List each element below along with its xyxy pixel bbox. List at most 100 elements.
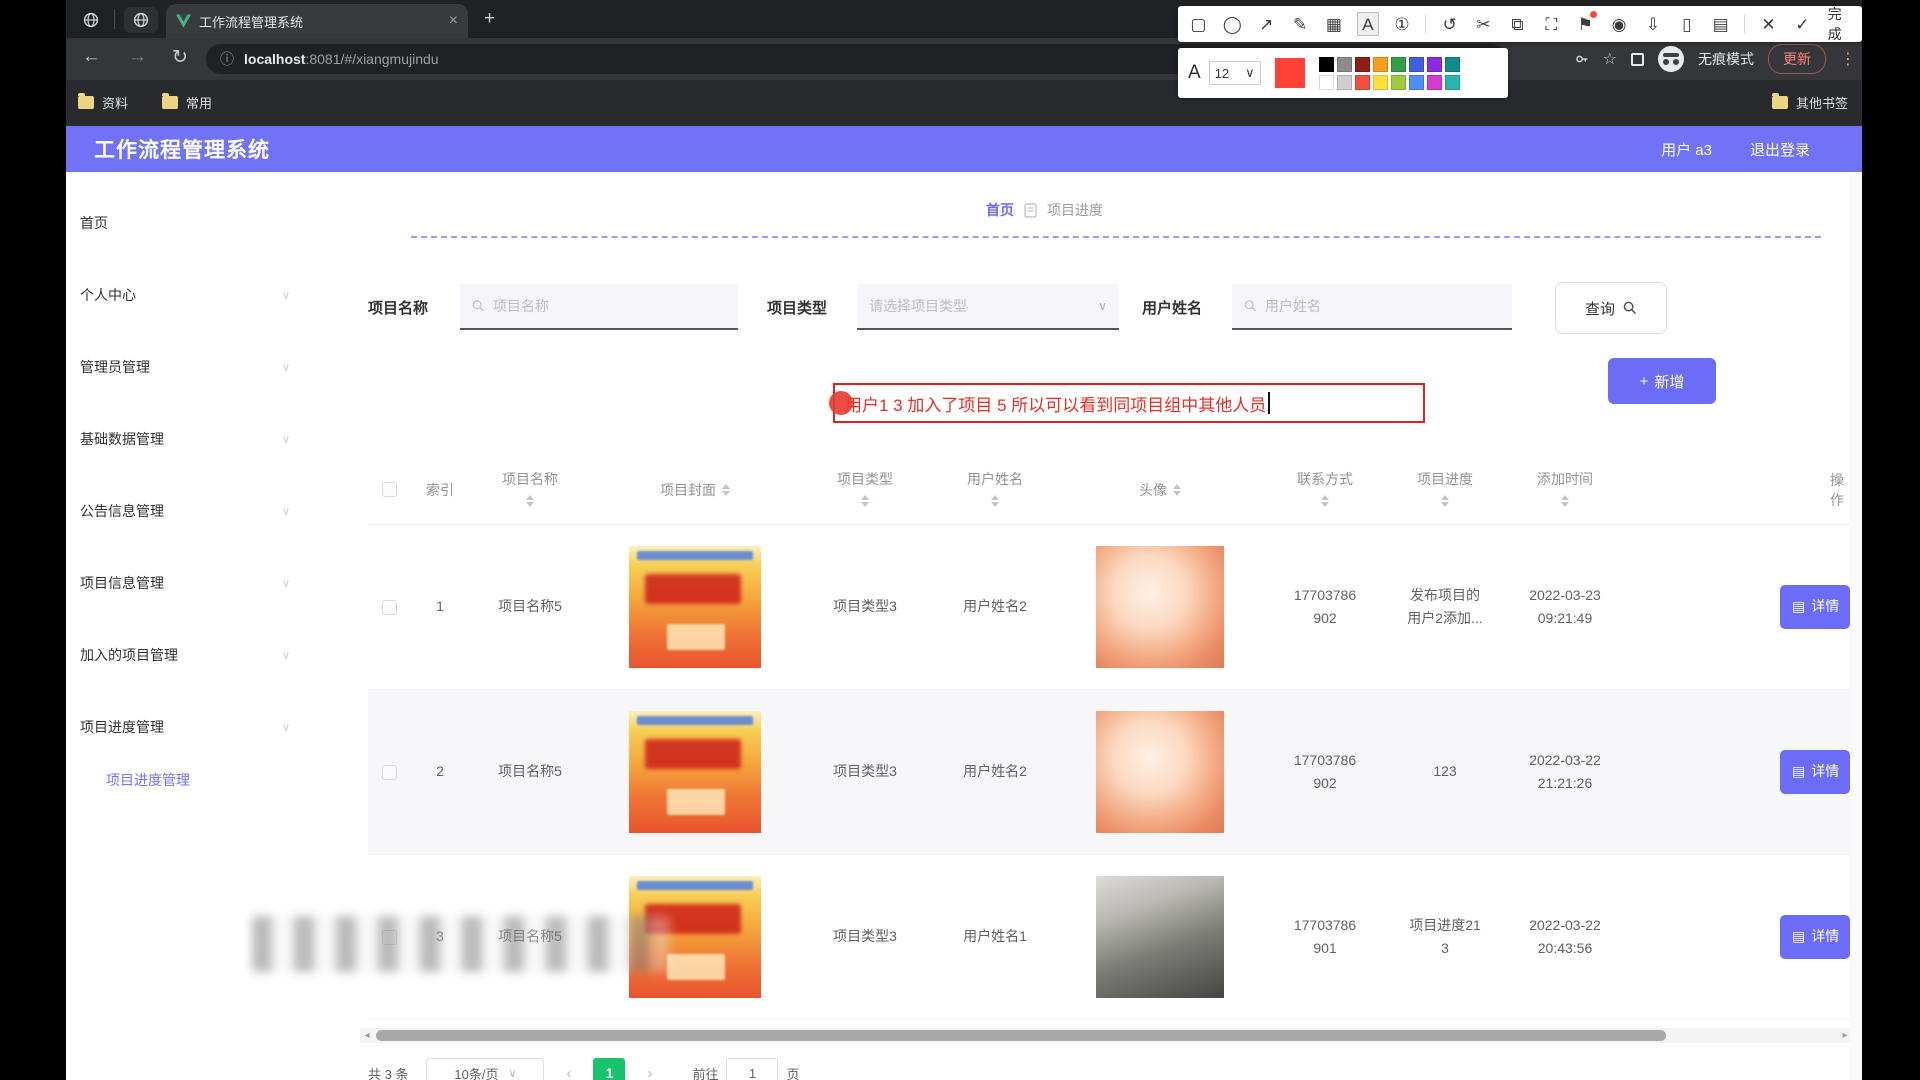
pinned-tab-1[interactable]	[74, 7, 108, 33]
page-size-select[interactable]: 10条/页 ∨	[426, 1058, 544, 1080]
prev-page-button[interactable]: ‹	[558, 1065, 579, 1080]
mosaic-tool-icon[interactable]: ▦	[1324, 12, 1345, 36]
current-user[interactable]: 用户 a3	[1661, 139, 1712, 160]
color-swatch[interactable]	[1427, 57, 1442, 72]
color-swatch[interactable]	[1355, 57, 1370, 72]
sort-icon[interactable]	[1561, 491, 1569, 511]
undo-icon[interactable]: ↺	[1439, 12, 1460, 36]
sidebar-item-home[interactable]: 首页	[80, 208, 300, 238]
copy-icon[interactable]: ⧉	[1507, 12, 1528, 36]
col-project-cover[interactable]: 项目封面	[590, 480, 800, 500]
sort-icon[interactable]	[526, 491, 534, 511]
user-name-input[interactable]	[1232, 284, 1512, 330]
text-tool-icon[interactable]: A	[1357, 12, 1378, 36]
new-tab-button[interactable]: +	[484, 8, 495, 30]
sidebar-item-base-data-management[interactable]: 基础数据管理∨	[80, 424, 300, 454]
sidebar-subitem-project-progress[interactable]: 项目进度管理	[106, 770, 296, 790]
add-button[interactable]: + 新增	[1608, 358, 1716, 404]
col-index[interactable]: 索引	[410, 480, 470, 500]
color-swatch[interactable]	[1391, 57, 1406, 72]
project-name-input[interactable]	[460, 284, 738, 330]
pinned-tab-2[interactable]	[124, 7, 158, 33]
cell-avatar[interactable]	[1060, 876, 1260, 998]
project-type-select[interactable]: 请选择项目类型 ∨	[857, 284, 1119, 330]
select-all-checkbox[interactable]	[368, 482, 410, 497]
annotation-handle[interactable]	[829, 391, 853, 415]
key-icon[interactable]	[1575, 52, 1589, 66]
site-info-icon[interactable]: ⓘ	[220, 49, 234, 69]
horizontal-scrollbar[interactable]: ◂ ▸	[360, 1028, 1852, 1043]
font-size-select[interactable]: 12 ∨	[1209, 61, 1261, 85]
download-icon[interactable]: ⇩	[1643, 12, 1664, 36]
extension-icon[interactable]	[1631, 53, 1644, 66]
done-button[interactable]: 完成	[1828, 4, 1852, 44]
col-progress[interactable]: 项目进度	[1390, 469, 1500, 511]
sort-icon[interactable]	[991, 491, 999, 511]
current-color-swatch[interactable]	[1275, 58, 1305, 88]
detail-button[interactable]: ▤ 详情	[1780, 750, 1850, 794]
detail-button[interactable]: ▤ 详情	[1780, 585, 1850, 629]
done-check-icon[interactable]: ✓	[1792, 12, 1813, 36]
cell-avatar[interactable]	[1060, 711, 1260, 833]
ocr-icon[interactable]: ⛶	[1541, 12, 1562, 36]
col-project-type[interactable]: 项目类型	[800, 469, 930, 511]
bookmark-folder-1[interactable]: 资料	[78, 93, 128, 112]
logout-button[interactable]: 退出登录	[1750, 139, 1810, 160]
forward-icon[interactable]: →	[128, 46, 147, 68]
current-page-button[interactable]: 1	[593, 1058, 625, 1080]
sort-icon[interactable]	[1321, 491, 1329, 511]
sidebar-item-project-info-management[interactable]: 项目信息管理∨	[80, 568, 300, 598]
next-page-button[interactable]: ›	[639, 1065, 660, 1080]
cell-project-cover[interactable]	[590, 546, 800, 668]
col-avatar[interactable]: 头像	[1060, 480, 1260, 500]
scrollbar-track[interactable]	[374, 1028, 1838, 1043]
chrome-menu-icon[interactable]: ⋮	[1840, 49, 1856, 69]
pin-icon[interactable]: ⚑	[1575, 12, 1596, 36]
color-swatch[interactable]	[1391, 75, 1406, 90]
pen-tool-icon[interactable]: ✎	[1290, 12, 1311, 36]
bookmark-folder-2[interactable]: 常用	[162, 93, 212, 112]
color-swatch[interactable]	[1337, 57, 1352, 72]
cancel-icon[interactable]: ✕	[1758, 12, 1779, 36]
breadcrumb-home[interactable]: 首页	[986, 200, 1014, 220]
color-swatch[interactable]	[1409, 75, 1424, 90]
sidebar-item-joined-project-management[interactable]: 加入的项目管理∨	[80, 640, 300, 670]
sort-icon[interactable]	[1441, 491, 1449, 511]
color-swatch[interactable]	[1319, 75, 1334, 90]
color-swatch[interactable]	[1319, 57, 1334, 72]
cell-project-cover[interactable]	[590, 711, 800, 833]
color-swatch[interactable]	[1373, 75, 1388, 90]
board-icon[interactable]: ▤	[1710, 12, 1731, 36]
scrollbar-thumb[interactable]	[376, 1030, 1666, 1041]
col-contact[interactable]: 联系方式	[1260, 469, 1390, 511]
cut-icon[interactable]: ✂	[1473, 12, 1494, 36]
color-swatch[interactable]	[1445, 75, 1460, 90]
active-tab[interactable]: 工作流程管理系统 ×	[166, 4, 468, 38]
sort-icon[interactable]	[722, 480, 730, 500]
goto-page-input[interactable]	[726, 1058, 778, 1080]
color-swatch[interactable]	[1409, 57, 1424, 72]
row-checkbox[interactable]	[368, 600, 410, 615]
record-icon[interactable]: ◉	[1609, 12, 1630, 36]
other-bookmarks[interactable]: 其他书签	[1772, 93, 1848, 112]
incognito-avatar-icon[interactable]	[1658, 46, 1684, 72]
sidebar-item-admin-management[interactable]: 管理员管理∨	[80, 352, 300, 382]
reload-icon[interactable]: ↻	[172, 46, 188, 69]
sidebar-item-notice-management[interactable]: 公告信息管理∨	[80, 496, 300, 526]
bookmark-star-icon[interactable]: ☆	[1603, 49, 1617, 69]
sort-icon[interactable]	[1173, 480, 1181, 500]
back-icon[interactable]: ←	[82, 46, 101, 68]
search-button[interactable]: 查询	[1555, 282, 1667, 334]
color-swatch[interactable]	[1445, 57, 1460, 72]
color-swatch[interactable]	[1337, 75, 1352, 90]
row-checkbox[interactable]	[368, 765, 410, 780]
step-number-tool-icon[interactable]: ①	[1392, 12, 1413, 36]
scroll-left-icon[interactable]: ◂	[360, 1030, 374, 1041]
device-icon[interactable]: ▯	[1676, 12, 1697, 36]
tab-close-icon[interactable]: ×	[449, 12, 458, 30]
color-swatch[interactable]	[1355, 75, 1370, 90]
vertical-scrollbar[interactable]	[1850, 172, 1862, 1080]
detail-button[interactable]: ▤ 详情	[1780, 915, 1850, 959]
update-button[interactable]: 更新	[1768, 44, 1826, 74]
ellipse-tool-icon[interactable]: ◯	[1222, 12, 1243, 36]
